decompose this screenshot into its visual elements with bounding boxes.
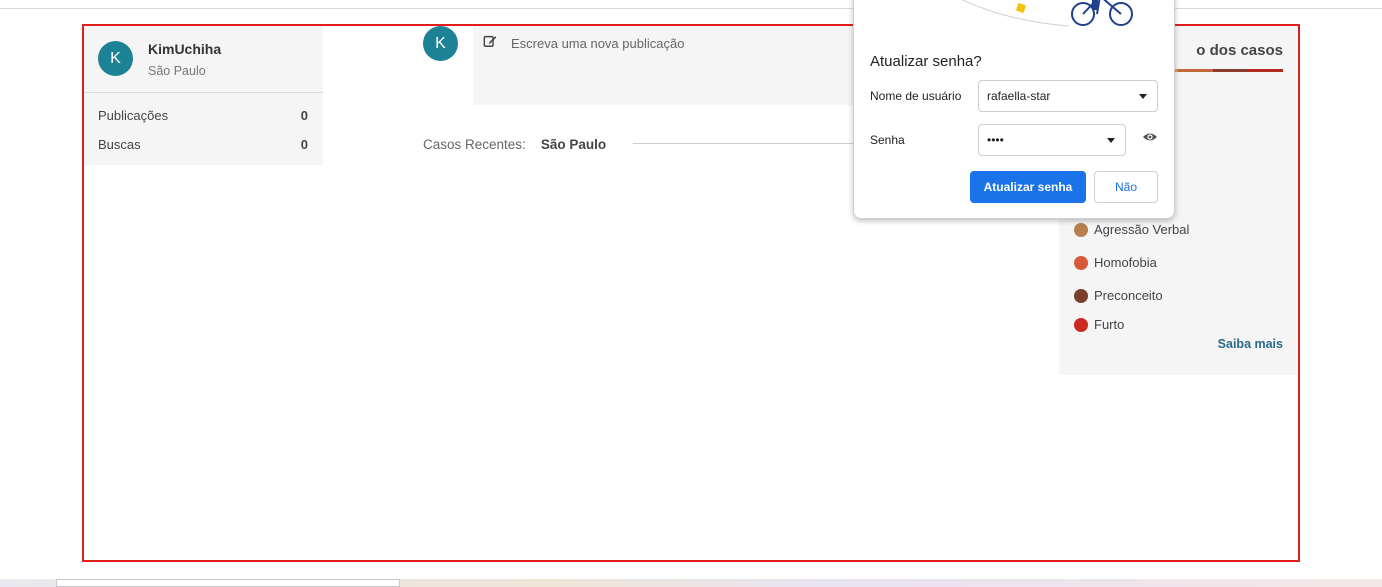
legend-item-preconceito: Preconceito [1074,288,1163,303]
legend-bar-segment [1213,69,1248,72]
update-password-dialog: Atualizar senha? Nome de usuário rafaell… [853,0,1175,219]
dialog-title: Atualizar senha? [870,53,982,70]
dismiss-button[interactable]: Não [1094,171,1158,203]
stat-value: 0 [300,108,308,123]
stat-row-publicacoes[interactable]: Publicações 0 [98,108,308,123]
legend-item-furto: Furto [1074,317,1124,332]
stat-label: Publicações [98,108,169,123]
username-label: Nome de usuário [870,89,962,103]
new-post-placeholder: Escreva uma nova publicação [511,36,685,51]
recent-cases-divider [633,143,873,144]
profile-header: K KimUchiha São Paulo [84,26,323,93]
legend-bar-segment [1248,69,1283,72]
stat-row-buscas[interactable]: Buscas 0 [98,137,308,152]
stat-label: Buscas [98,137,141,152]
username-select[interactable]: rafaella-star [978,80,1158,112]
dialog-illustration [961,0,1133,27]
edit-icon [483,35,497,47]
legend-title: o dos casos [1196,42,1283,59]
taskbar-search-box[interactable] [56,579,400,587]
chevron-down-icon [1139,94,1147,99]
stat-value: 0 [300,137,308,152]
recent-cases-header: Casos Recentes: São Paulo [423,135,606,153]
avatar[interactable]: K [98,41,133,76]
legend-dot [1074,222,1088,237]
profile-name[interactable]: KimUchiha [148,41,221,57]
legend-bar-segment [1178,69,1213,72]
legend-dot [1074,255,1088,270]
chevron-down-icon [1107,138,1115,143]
legend-item-label: Preconceito [1094,288,1163,303]
new-post-box[interactable]: Escreva uma nova publicação [473,26,873,105]
saiba-mais-link[interactable]: Saiba mais [1218,337,1283,351]
recent-cases-city: São Paulo [540,136,607,152]
profile-city: São Paulo [148,64,206,78]
legend-item-label: Homofobia [1094,255,1157,270]
password-value: •••• [987,133,1004,147]
legend-item-homofobia: Homofobia [1074,255,1157,270]
password-select[interactable]: •••• [978,124,1126,156]
legend-dot [1074,317,1088,332]
legend-dot [1074,288,1088,303]
profile-card: K KimUchiha São Paulo Publicações 0 Busc… [84,26,323,165]
username-value: rafaella-star [987,89,1051,103]
legend-item-label: Agressão Verbal [1094,222,1190,237]
legend-item-agressao-verbal: Agressão Verbal [1074,222,1189,237]
recent-cases-label: Casos Recentes: [423,136,526,152]
update-password-button[interactable]: Atualizar senha [970,171,1086,203]
post-avatar: K [423,26,458,61]
password-label: Senha [870,133,905,147]
show-password-eye-icon[interactable] [1142,131,1158,143]
legend-item-label: Furto [1094,317,1125,332]
